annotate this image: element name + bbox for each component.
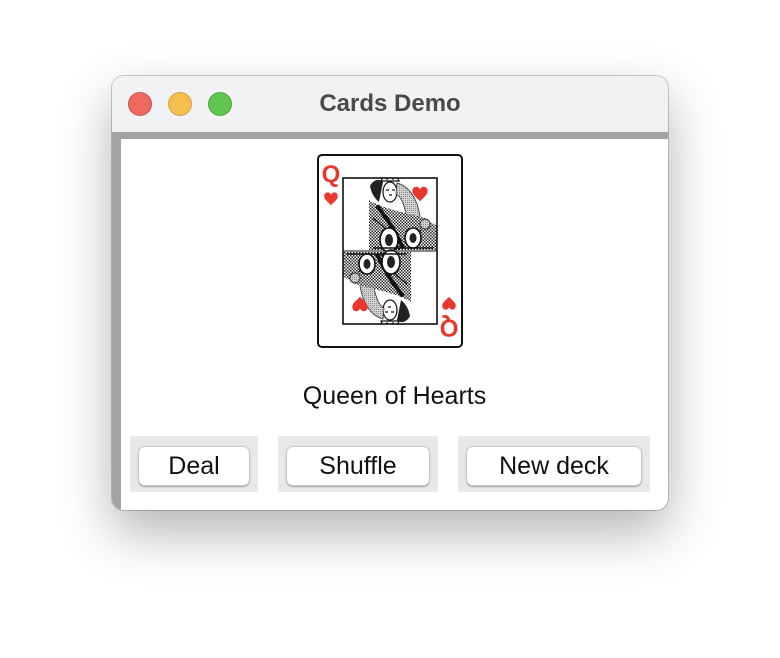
shuffle-button[interactable]: Shuffle	[286, 446, 430, 486]
deal-button-panel: Deal	[130, 436, 258, 492]
content-area: Q Q Queen of Hearts Deal Shuffle New dec…	[121, 139, 668, 510]
title-bar[interactable]: Cards Demo	[112, 76, 668, 133]
queen-of-hearts-card-image: Q Q	[317, 154, 463, 348]
content-bevel-left	[112, 132, 121, 510]
playing-card: Q Q	[317, 154, 463, 348]
new-deck-button-panel: New deck	[458, 436, 650, 492]
card-rank-bottom: Q	[440, 314, 459, 341]
content-bevel-top	[112, 132, 668, 139]
shuffle-button-panel: Shuffle	[278, 436, 438, 492]
window-title: Cards Demo	[319, 90, 461, 117]
deal-button[interactable]: Deal	[138, 446, 250, 486]
card-name-label: Queen of Hearts	[302, 382, 487, 410]
card-rank-top: Q	[322, 161, 341, 188]
app-window: Cards Demo Q Q Queen of Hearts Deal Shuf…	[112, 76, 668, 510]
new-deck-button[interactable]: New deck	[466, 446, 642, 486]
